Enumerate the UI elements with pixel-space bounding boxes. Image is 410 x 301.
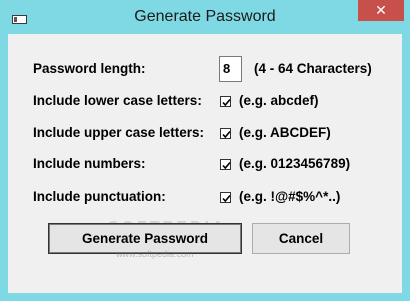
password-length-label: Password length: <box>33 61 146 76</box>
numbers-checkbox[interactable] <box>220 159 231 170</box>
close-button[interactable]: ✕ <box>358 0 404 21</box>
uppercase-checkbox[interactable] <box>220 128 231 139</box>
punctuation-checkbox[interactable] <box>220 192 231 203</box>
title-bar[interactable]: Generate Password ✕ <box>0 0 410 34</box>
punctuation-label: Include punctuation: <box>33 189 166 204</box>
uppercase-label: Include upper case letters: <box>33 125 205 140</box>
generate-password-window: Generate Password ✕ Password length: 8 (… <box>0 0 410 301</box>
check-icon <box>222 161 231 170</box>
punctuation-example: (e.g. !@#$%^*..) <box>239 189 341 204</box>
dialog-body: Password length: 8 (4 - 64 Characters) I… <box>8 34 402 293</box>
lowercase-example: (e.g. abcdef) <box>239 93 319 108</box>
check-icon <box>222 130 231 139</box>
cancel-button[interactable]: Cancel <box>252 223 350 254</box>
check-icon <box>222 98 231 107</box>
window-title: Generate Password <box>134 8 276 25</box>
password-length-hint: (4 - 64 Characters) <box>254 61 372 76</box>
password-length-input[interactable]: 8 <box>219 56 242 82</box>
softpedia-watermark-url: www.softpedia.com <box>116 249 194 259</box>
lowercase-checkbox[interactable] <box>220 96 231 107</box>
check-icon <box>222 194 231 203</box>
numbers-example: (e.g. 0123456789) <box>239 156 351 171</box>
lowercase-label: Include lower case letters: <box>33 93 202 108</box>
numbers-label: Include numbers: <box>33 156 146 171</box>
uppercase-example: (e.g. ABCDEF) <box>239 125 331 140</box>
